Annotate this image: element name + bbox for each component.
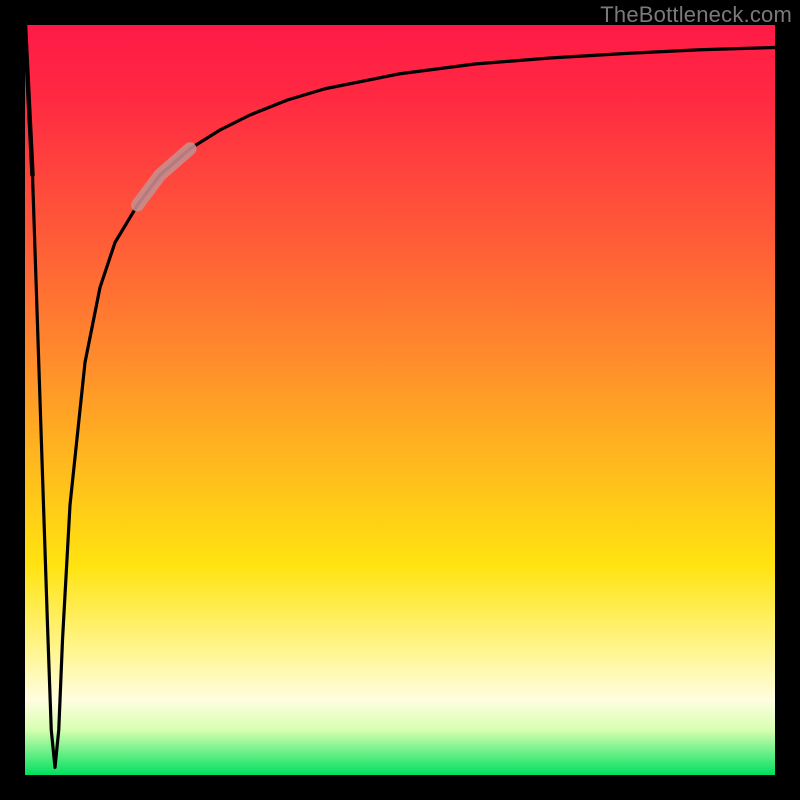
chart-frame: TheBottleneck.com — [0, 0, 800, 800]
curve-svg — [25, 25, 775, 775]
curve-leading-edge — [25, 25, 33, 175]
bottleneck-curve — [25, 25, 775, 768]
curve-highlight — [138, 149, 191, 205]
plot-area — [25, 25, 775, 775]
